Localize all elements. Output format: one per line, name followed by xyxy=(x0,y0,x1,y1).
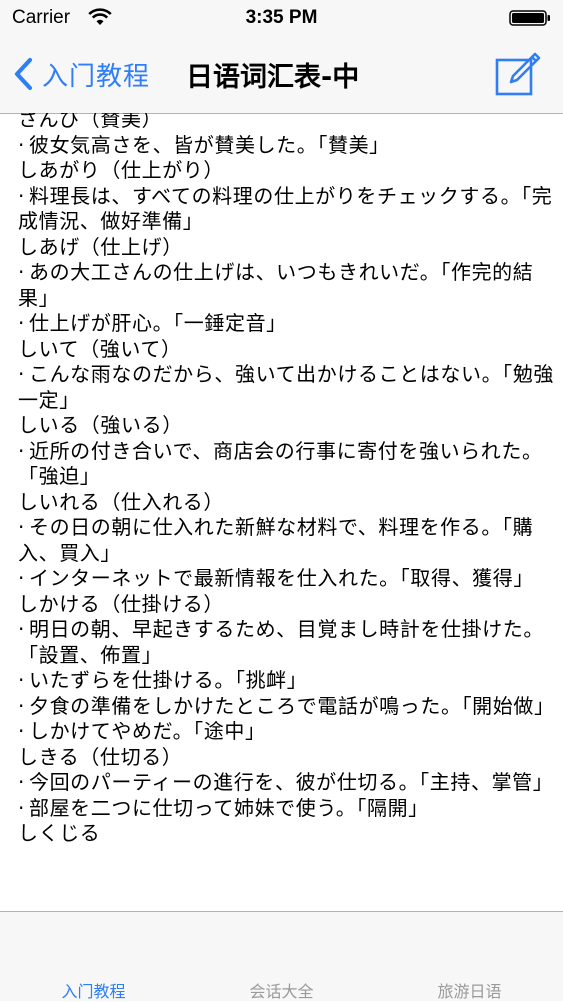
vocab-word: しいれる（仕入れる） xyxy=(18,489,224,514)
vocab-word: しあげ（仕上げ） xyxy=(18,234,183,259)
tab-travel[interactable]: 旅游日语 xyxy=(376,978,563,1002)
example-sentence: · 夕食の準備をしかけたところで電話が鳴った。「開始做」 xyxy=(18,693,555,718)
back-button-label: 入门教程 xyxy=(42,61,151,92)
vocab-word: しきる（仕切る） xyxy=(18,744,183,769)
navigation-bar: 入门教程 日语词汇表-中 xyxy=(0,38,563,114)
back-button[interactable]: 入门教程 xyxy=(12,50,150,98)
tab-conversation[interactable]: 会话大全 xyxy=(188,978,375,1002)
vocab-word: しくじる xyxy=(18,821,101,845)
example-sentence: · 部屋を二つに仕切って姉妹で使う。「隔開」 xyxy=(18,795,429,820)
example-sentence: · 仕上げが肝心。「一錘定音」 xyxy=(18,311,287,335)
example-sentence: · 明日の朝、早起きするため、目覚まし時計を仕掛けた。「設置、佈置」 xyxy=(18,617,544,667)
vocab-word: しいる（強いる） xyxy=(18,413,183,437)
example-sentence: · その日の朝に仕入れた新鮮な材料で、料理を作る。「購入、買入」 xyxy=(18,515,534,565)
example-sentence: · 今回のパーティーの進行を、彼が仕切る。「主持、掌管」 xyxy=(18,770,554,794)
example-sentence: · あの大工さんの仕上げは、いつもきれいだ。「作完的結果」 xyxy=(18,260,534,310)
example-sentence: · 彼女気高さを、皆が賛美した。「賛美」 xyxy=(18,132,390,157)
page-title: 日语词汇表-中 xyxy=(186,62,360,93)
vocabulary-content[interactable]: さんび（賛美） · 彼女気高さを、皆が賛美した。「賛美」 しあがり（仕上がり） ·… xyxy=(0,113,563,910)
compose-icon[interactable] xyxy=(495,52,541,96)
example-sentence: · こんな雨なのだから、強いて出かけることはない。「勉強一定」 xyxy=(18,362,554,412)
status-time: 3:35 PM xyxy=(245,7,318,28)
status-bar: Carrier 3:35 PM xyxy=(0,0,563,38)
example-sentence: · しかけてやめだ。「途中」 xyxy=(18,719,266,743)
example-sentence: · 料理長は、すべての料理の仕上がりをチェックする。「完成情況、做好準備」 xyxy=(18,183,553,234)
vocab-word: しあがり（仕上がり） xyxy=(18,158,224,182)
example-sentence: · いたずらを仕掛ける。「挑衅」 xyxy=(18,668,308,692)
example-sentence: · インターネットで最新情報を仕入れた。「取得、獲得」 xyxy=(18,566,534,590)
tab-tutorial[interactable]: 入门教程 xyxy=(0,978,187,1002)
vocab-word: さんび（賛美） xyxy=(18,113,163,131)
chevron-left-icon xyxy=(14,57,33,91)
example-sentence: · 近所の付き合いで、商店会の行事に寄付を強いられた。「強迫」 xyxy=(18,438,543,489)
battery-icon xyxy=(509,10,550,26)
tab-bar: 入门教程 会话大全 旅游日语 xyxy=(0,911,563,1001)
vocab-word: しかける（仕掛ける） xyxy=(18,591,224,616)
vocabulary-list: さんび（賛美） · 彼女気高さを、皆が賛美した。「賛美」 しあがり（仕上がり） ·… xyxy=(18,113,558,847)
vocab-word: しいて（強いて） xyxy=(18,336,182,361)
